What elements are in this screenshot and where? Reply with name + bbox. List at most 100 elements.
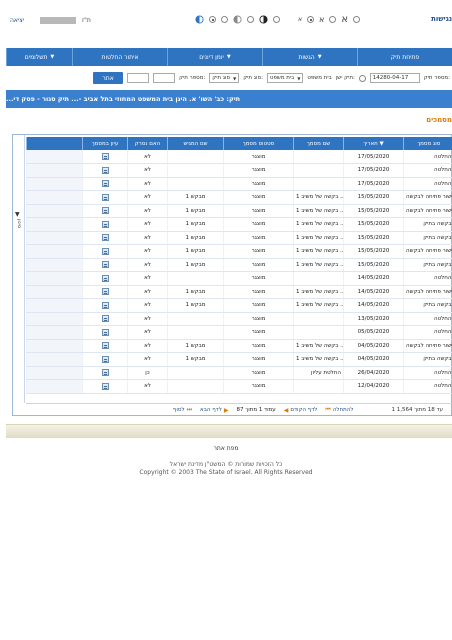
side-filter-panel[interactable]: ▼ סינון [13,135,25,403]
table-row[interactable]: כן מוצגר החלטת עליון 26/04/2020 החלטה [26,366,452,380]
view-document-cell[interactable] [82,339,128,353]
font-size-medium-radio[interactable] [329,16,337,23]
dark-mode-radio[interactable] [273,16,280,23]
view-document-cell[interactable] [82,352,128,367]
table-row[interactable]: לאמבקש 1מוצגרבקשה של משיב 1 ...04/05/202… [26,352,452,367]
table-row[interactable]: לאמבקש 1מוצגרבקשה של משיב 1 ...15/05/202… [26,258,452,272]
view-document-cell[interactable] [82,366,128,380]
view-document-cell[interactable] [82,258,128,272]
pager-prev[interactable]: ◀ לדף הקודם [284,407,318,414]
view-document-cell[interactable] [82,150,128,164]
pager-next[interactable]: לדף הבא ▶ [200,407,228,414]
document-icon[interactable] [101,247,109,255]
view-document-cell[interactable] [82,244,128,259]
document-icon[interactable] [101,180,109,188]
document-icon[interactable] [101,234,109,242]
exit-link[interactable]: יציאה [10,17,24,24]
table-row[interactable]: לאמבקש 1מוצגרבקשה של משיב 1 ...15/05/202… [26,190,452,205]
table-row[interactable]: לא מוצגר 13/05/2020 החלטה [26,312,452,326]
table-row[interactable]: לא מוצגר 14/05/2020 החלטה [26,271,452,286]
view-document-cell[interactable] [82,379,128,394]
table-row[interactable]: לאמבקש 1מוצגרבקשה של משיב 1 ...15/05/202… [26,231,452,245]
view-document-cell[interactable] [82,285,128,299]
menu-payments[interactable]: תשלומים ▼ [6,48,72,66]
col-submitter[interactable]: שם המגיש [167,137,224,150]
col-view-document[interactable]: עיון במסמך [82,137,128,150]
table-row[interactable]: לאמבקש 1מוצגרבקשה של משיב 1 ...14/05/202… [26,298,452,313]
document-icon[interactable] [101,193,109,201]
pager-last[interactable]: לסוף ⏭ [173,406,192,414]
view-document-cell[interactable] [82,204,128,218]
scanned-cell: לא [127,177,168,191]
contrast-icon[interactable] [195,15,204,24]
find-button[interactable]: אתר [93,72,124,84]
filter-icon[interactable]: ▼ [15,211,20,218]
case-year-input[interactable] [127,73,150,83]
document-icon[interactable] [101,328,109,336]
view-document-cell[interactable] [82,177,128,191]
col-document-status[interactable]: סטטוס מסמך [223,137,294,150]
blank-cell [26,298,83,313]
font-size-large[interactable]: א [341,14,348,25]
font-size-medium[interactable]: א [319,15,324,24]
col-date[interactable]: תאריך ▼ [343,137,404,150]
table-row[interactable]: לאמבקש 1מוצגרבקשה של משיב 1 ...04/05/202… [26,339,452,353]
court-label: בית משפט [307,75,332,81]
pager-first[interactable]: ⏮ להתחלה [325,406,353,414]
sitemap-link[interactable]: מפת אתר [0,445,452,452]
table-row[interactable]: לא מוצגר 17/05/2020 החלטה [26,177,452,191]
document-type-cell: אישור פתיחה לבקשה [403,204,452,218]
status-cell: מוצגר [223,339,294,353]
file-number-input[interactable]: 14280-04-17 [369,73,420,83]
document-icon[interactable] [101,207,109,215]
view-document-cell[interactable] [82,231,128,245]
old-file-radio[interactable] [358,74,366,82]
grayscale-radio[interactable] [247,16,254,23]
case-type-select[interactable]: סוג תיק ▼ [209,73,240,83]
view-document-cell[interactable] [82,298,128,313]
document-icon[interactable] [101,355,109,363]
view-document-cell[interactable] [82,163,128,178]
font-size-small-radio[interactable] [307,16,315,23]
document-icon[interactable] [101,288,109,296]
menu-open-case[interactable]: פתיחת תיק [357,48,452,66]
document-icon[interactable] [101,301,109,309]
document-icon[interactable] [101,369,109,377]
table-row[interactable]: לאמבקש 1מוצגרבקשה של משיב 1 ...14/05/202… [26,285,452,299]
table-row[interactable]: לא מוצגר 17/05/2020 החלטה [26,163,452,178]
view-document-cell[interactable] [82,190,128,205]
document-type-cell: בקשה בתיק [403,298,452,313]
document-icon[interactable] [101,274,109,282]
view-document-cell[interactable] [82,325,128,340]
document-icon[interactable] [101,220,109,228]
col-scanned[interactable]: האם נסרק [127,137,168,150]
grayscale-icon[interactable] [233,15,242,24]
document-icon[interactable] [101,153,109,160]
menu-find-decisions[interactable]: איתור החלטות [72,48,167,66]
view-document-cell[interactable] [82,312,128,326]
table-row[interactable]: לא מוצגר 05/05/2020 החלטה [26,325,452,340]
view-document-cell[interactable] [82,217,128,232]
table-row[interactable]: לאמבקש 1מוצגרבקשה של משיב 1 ...15/05/202… [26,244,452,259]
document-icon[interactable] [101,166,109,174]
dark-mode-icon[interactable] [259,15,268,24]
document-icon[interactable] [101,315,109,323]
menu-hearings-diary[interactable]: יומן דיונים ▼ [167,48,262,66]
font-size-large-radio[interactable] [353,16,361,23]
document-icon[interactable] [101,261,109,269]
case-number-input[interactable] [153,73,176,83]
col-document-name[interactable]: שם מסמך [293,137,344,150]
table-row[interactable]: לאמבקש 1מוצגרבקשה של משיב 1 ...15/05/202… [26,204,452,218]
table-row[interactable]: לא מוצגר 12/04/2020 החלטה [26,379,452,394]
view-document-cell[interactable] [82,271,128,286]
document-icon[interactable] [101,342,109,350]
contrast-radio-1[interactable] [209,16,216,23]
font-size-small[interactable]: א [298,16,302,23]
contrast-radio-2[interactable] [221,16,228,23]
court-select[interactable]: בית משפט ▼ [266,73,304,83]
table-row[interactable]: לא מוצגר 17/05/2020 החלטה [26,150,452,164]
menu-submissions[interactable]: הגשות ▼ [262,48,357,66]
document-icon[interactable] [101,382,109,390]
col-document-type[interactable]: סוג מסמך [403,137,452,150]
table-row[interactable]: לאמבקש 1מוצגרבקשה של משיב 1 ...15/05/202… [26,217,452,232]
